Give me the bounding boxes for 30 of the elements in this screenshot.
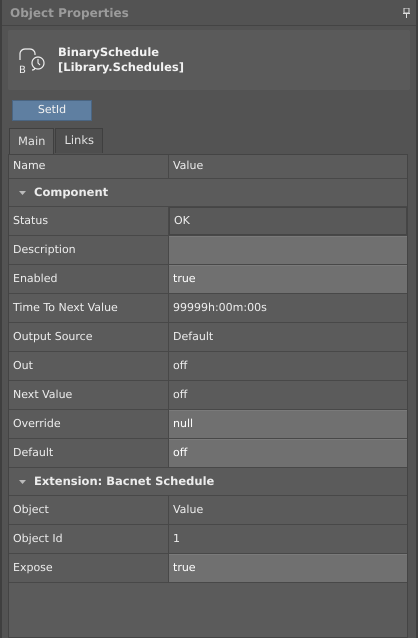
property-name: Next Value [9,381,169,409]
section-title: Extension: Bacnet Schedule [34,472,214,490]
pin-icon[interactable] [403,8,410,18]
property-value[interactable]: 99999h:00m:00s [169,294,407,322]
property-value[interactable]: null [169,410,407,438]
property-value[interactable]: off [169,352,407,380]
property-value[interactable]: 1 [169,525,407,553]
property-name: Output Source [9,323,169,351]
column-header: Name [9,155,169,178]
property-name: Out [9,352,169,380]
expanded-caret-icon[interactable] [19,190,26,194]
setid-button[interactable]: SetId [12,100,92,121]
property-value[interactable]: off [169,439,407,467]
panel-title: Object Properties [10,4,129,22]
tab[interactable]: Links [55,128,103,153]
property-value[interactable]: true [169,554,407,582]
object-library: [Library.Schedules] [58,60,184,75]
property-name: Object Id [9,525,169,553]
property-value[interactable]: OK [169,207,407,235]
object-name: BinarySchedule [58,45,160,60]
expanded-caret-icon[interactable] [19,480,26,484]
column-header: Object [9,496,169,524]
property-value[interactable]: Default [169,323,407,351]
property-name: Time To Next Value [9,294,169,322]
property-value[interactable]: true [169,265,407,293]
section-title: Component [34,184,108,201]
column-header: Value [172,158,204,174]
tab[interactable]: Main [9,128,54,154]
column-header: Value [172,502,204,518]
property-value[interactable]: off [169,381,407,409]
